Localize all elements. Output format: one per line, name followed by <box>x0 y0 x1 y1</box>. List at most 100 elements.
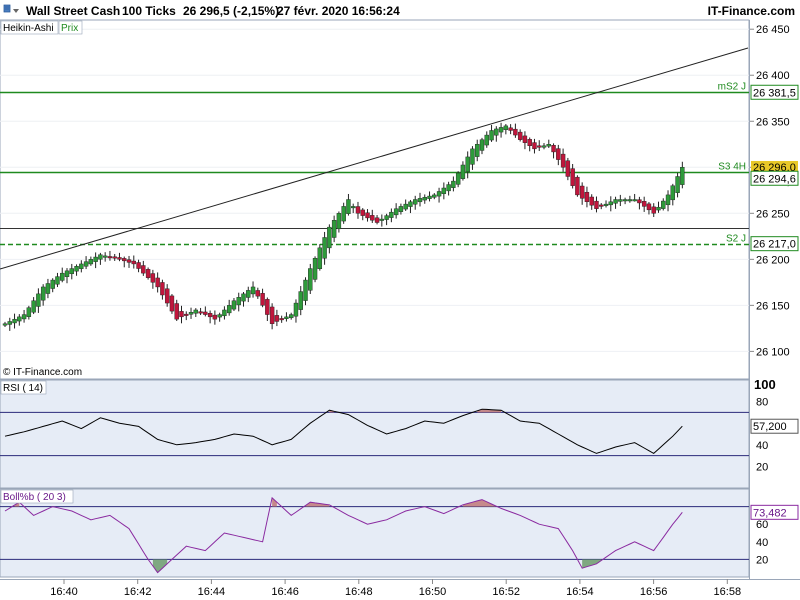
candle-body <box>169 295 175 312</box>
candle-body <box>413 199 418 205</box>
candle-body <box>608 201 613 206</box>
candle-body <box>532 142 537 150</box>
candle-body <box>613 199 618 204</box>
candle-body <box>17 316 22 322</box>
candle-body <box>417 198 423 203</box>
candle-body <box>584 191 590 203</box>
candle-body <box>451 180 456 188</box>
time-tick-label: 16:48 <box>345 586 373 598</box>
candle-body <box>508 127 513 131</box>
price-tick-label: 26 350 <box>756 116 790 128</box>
rsi-tick-label: 100 <box>754 377 776 392</box>
heikin-ashi-label: Heikin-Ashi <box>3 23 54 34</box>
candle-body <box>565 160 571 177</box>
candle-body <box>331 220 337 238</box>
candle-body <box>60 272 65 281</box>
candle-body <box>646 203 652 211</box>
candle-body <box>88 259 94 265</box>
candle-body <box>289 314 294 319</box>
candle-body <box>522 135 528 143</box>
candle-body <box>455 172 461 185</box>
candle-body <box>603 203 609 206</box>
candle-body <box>217 314 222 318</box>
candle-body <box>360 209 365 216</box>
level-price-value-ms2j: 26 381,5 <box>753 87 796 99</box>
level-label-ms2j: mS2 J <box>718 82 746 93</box>
candle-body <box>622 199 628 202</box>
candle-body <box>222 309 227 317</box>
price-tick-label: 26 200 <box>756 254 790 266</box>
candle-body <box>203 311 208 315</box>
candle-body <box>470 148 475 165</box>
price-tick-label: 26 400 <box>756 70 790 82</box>
candle-body <box>107 256 113 259</box>
rsi-tick-label: 40 <box>756 440 768 452</box>
boll-tick-label: 60 <box>756 519 768 531</box>
candle-body <box>141 265 146 274</box>
level-label-s2j: S2 J <box>726 234 746 245</box>
candle-body <box>150 273 156 283</box>
time-tick-label: 16:56 <box>640 586 668 598</box>
candle-body <box>661 200 666 209</box>
candle-body <box>498 127 504 133</box>
candle-body <box>45 283 51 294</box>
candle-body <box>322 237 327 259</box>
candle-body <box>379 218 385 221</box>
candle-body <box>370 215 375 221</box>
candle-body <box>212 314 218 320</box>
level-price-value-s2j: 26 217,0 <box>753 239 796 251</box>
candle-body <box>50 279 55 289</box>
candle-body <box>551 145 556 153</box>
candle-body <box>618 199 623 202</box>
rsi-label: RSI ( 14) <box>3 383 43 394</box>
candle-body <box>155 277 160 288</box>
candle-body <box>389 211 394 218</box>
level-label-s34h: S3 4H <box>718 162 746 173</box>
level-price-value-s34h: 26 294,6 <box>753 173 796 185</box>
candle-body <box>393 208 399 216</box>
time-tick-label: 16:52 <box>492 586 520 598</box>
candle-body <box>179 311 184 318</box>
boll-tick-label: 20 <box>756 554 768 566</box>
candle-body <box>355 206 361 214</box>
candle-body <box>675 176 680 193</box>
candle-body <box>665 194 671 206</box>
instrument-menu-icon[interactable] <box>3 4 11 13</box>
candle-body <box>246 290 251 298</box>
time-tick-label: 16:40 <box>50 586 78 598</box>
price-tab-label[interactable]: Prix <box>61 23 78 34</box>
candle-body <box>298 291 303 310</box>
candle-body <box>317 247 323 270</box>
candle-body <box>432 194 437 198</box>
boll-panel[interactable] <box>0 488 750 578</box>
candle-body <box>184 313 189 316</box>
instrument-title: Wall Street Cash <box>26 4 120 18</box>
interval-label: 100 Ticks <box>122 4 176 18</box>
candle-body <box>260 293 265 306</box>
candle-body <box>479 139 485 151</box>
candle-body <box>517 131 523 140</box>
candle-body <box>408 201 413 207</box>
candle-body <box>398 206 404 212</box>
candle-body <box>193 309 199 314</box>
datetime-label: 27 févr. 2020 16:56:24 <box>277 4 400 18</box>
boll-tick-label: 40 <box>756 537 768 549</box>
candle-body <box>145 269 151 278</box>
candle-body <box>12 318 17 324</box>
candle-body <box>651 206 656 214</box>
candle-body <box>226 305 232 314</box>
copyright-label: © IT-Finance.com <box>3 367 82 378</box>
candle-body <box>308 268 313 291</box>
candle-body <box>570 168 575 186</box>
time-tick-label: 16:54 <box>566 586 594 598</box>
candle-body <box>594 200 599 209</box>
candle-body <box>160 282 165 296</box>
candle-body <box>460 164 466 179</box>
chart-canvas[interactable]: Wall Street Cash 100 Ticks 26 296,5 (-2,… <box>0 0 800 600</box>
candle-body <box>102 255 108 258</box>
rsi-panel[interactable] <box>0 379 750 489</box>
candle-body <box>637 199 642 204</box>
candle-body <box>627 199 633 202</box>
candle-body <box>327 226 332 249</box>
rsi-value: 57,200 <box>753 421 787 433</box>
